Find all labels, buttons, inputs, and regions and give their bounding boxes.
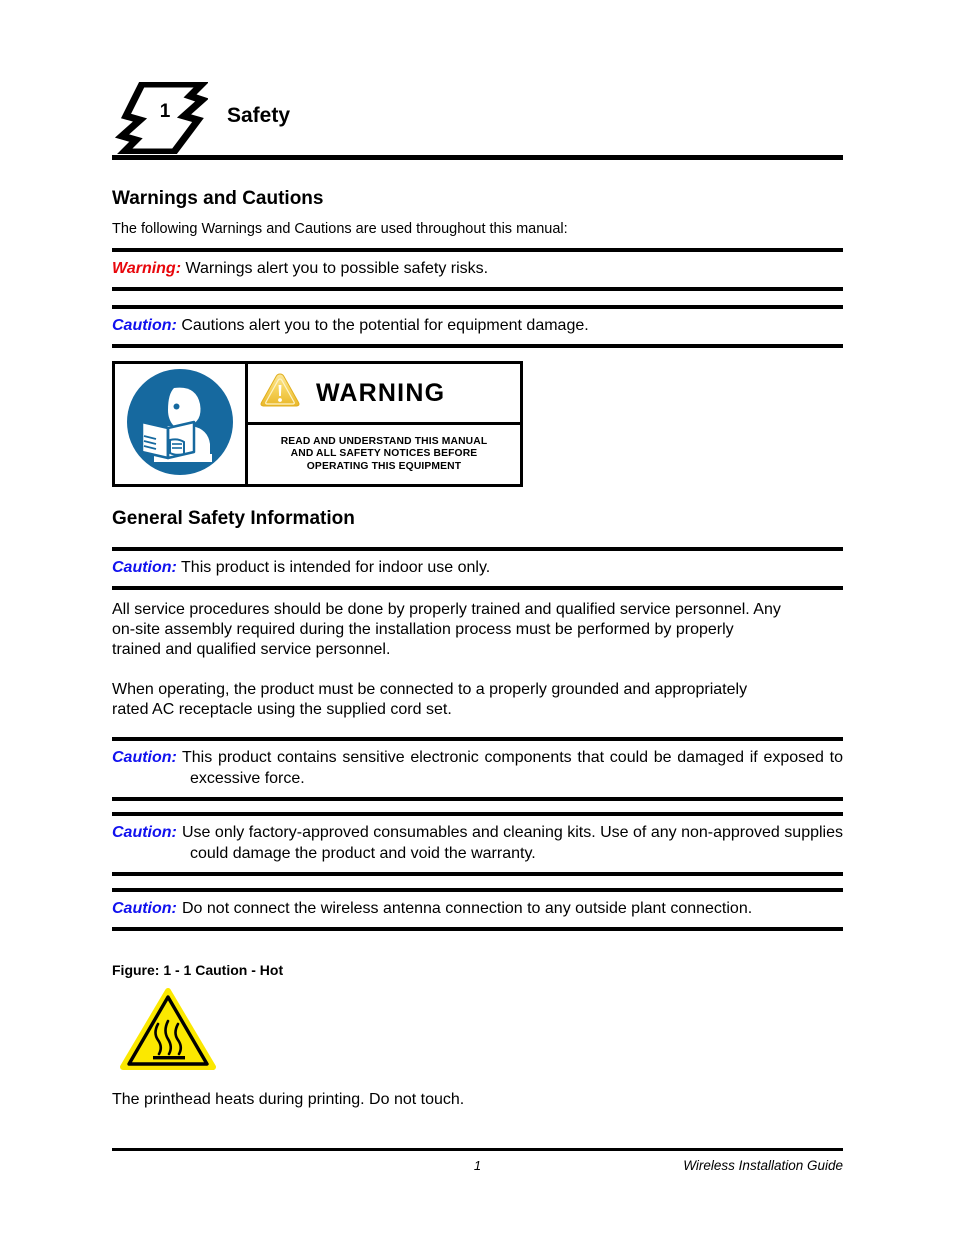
alert-caution-indoor-body: Caution: This product is intended for in… (112, 551, 843, 586)
alert-caution-sensitive-components-label: Caution: (112, 749, 177, 766)
alert-caution-indoor-label: Caution: (112, 559, 177, 576)
warning-sign-body-line-1: READ AND UNDERSTAND THIS MANUAL (280, 435, 488, 447)
chapter-header-rule (112, 155, 843, 160)
alert-caution-consumables-body: Caution: Use only factory-approved consum… (112, 816, 843, 872)
alert-caution-consumables: Caution: Use only factory-approved consum… (112, 812, 843, 876)
warning-sign-left-panel (115, 364, 248, 484)
alert-warning-text: Warnings alert you to possible safety ri… (185, 260, 489, 277)
warning-sign-graphic: WARNING READ AND UNDERSTAND THIS MANUAL … (112, 361, 523, 487)
alert-caution-intro-text: Cautions alert you to the potential for … (181, 317, 589, 334)
hot-surface-icon (120, 988, 216, 1077)
page-content: 1 Safety Warnings and Cautions The follo… (112, 0, 843, 1235)
document-page: 1 Safety Warnings and Cautions The follo… (0, 0, 954, 1235)
warning-sign-right-panel: WARNING READ AND UNDERSTAND THIS MANUAL … (248, 364, 520, 484)
alert-caution-antenna-text: Do not connect the wireless antenna conn… (182, 900, 753, 917)
warnings-intro-text: The following Warnings and Cautions are … (112, 221, 568, 237)
figure-caption: Figure: 1 - 1 Caution - Hot (112, 962, 284, 978)
alert-caution-antenna-label: Caution: (112, 900, 177, 917)
alert-caution-antenna-body: Caution: Do not connect the wireless ante… (112, 892, 843, 927)
paragraph-operating-grounded: When operating, the product must be conn… (112, 681, 748, 718)
chapter-title: Safety (227, 104, 291, 127)
alert-caution-consumables-text: Use only factory-approved consumables an… (182, 824, 843, 862)
warning-sign-body-line-3: OPERATING THIS EQUIPMENT (306, 460, 462, 472)
heading-general-safety-information: General Safety Information (112, 508, 355, 529)
warning-sign-body-line-2: AND ALL SAFETY NOTICES BEFORE (290, 448, 478, 460)
figure-description: The printhead heats during printing. Do … (112, 1091, 465, 1108)
paragraph-service-procedures: All service procedures should be done by… (112, 601, 781, 658)
warning-sign-body-text: READ AND UNDERSTAND THIS MANUAL AND ALL … (281, 436, 488, 474)
footer-guide-title: Wireless Installation Guide (683, 1158, 843, 1173)
chapter-number: 1 (159, 101, 171, 122)
alert-warning-label: Warning: (112, 260, 182, 277)
warning-triangle-icon (258, 371, 302, 416)
read-manual-icon (124, 366, 236, 483)
warning-sign-title: WARNING (316, 378, 446, 407)
heading-warnings-and-cautions: Warnings and Cautions (112, 188, 324, 209)
chapter-header: 1 Safety (112, 80, 843, 160)
footer-rule (112, 1148, 843, 1151)
alert-warning: Warning: Warnings alert you to possible … (112, 248, 843, 291)
alert-caution-intro: Caution: Cautions alert you to the poten… (112, 305, 843, 348)
alert-caution-sensitive-components-body: Caution: This product contains sensitive … (112, 741, 843, 797)
alert-warning-body: Warning: Warnings alert you to possible … (112, 252, 843, 287)
alert-caution-indoor-text: This product is intended for indoor use … (181, 559, 491, 576)
alert-caution-intro-label: Caution: (112, 317, 177, 334)
alert-caution-sensitive-components: Caution: This product contains sensitive … (112, 737, 843, 801)
warning-sign-title-row: WARNING (248, 364, 520, 425)
alert-caution-intro-body: Caution: Cautions alert you to the poten… (112, 309, 843, 344)
alert-caution-antenna: Caution: Do not connect the wireless ante… (112, 888, 843, 931)
alert-caution-sensitive-components-text: This product contains sensitive electron… (182, 749, 843, 787)
warning-sign-body: READ AND UNDERSTAND THIS MANUAL AND ALL … (248, 425, 520, 484)
alert-caution-consumables-label: Caution: (112, 824, 177, 841)
alert-caution-indoor: Caution: This product is intended for in… (112, 547, 843, 590)
